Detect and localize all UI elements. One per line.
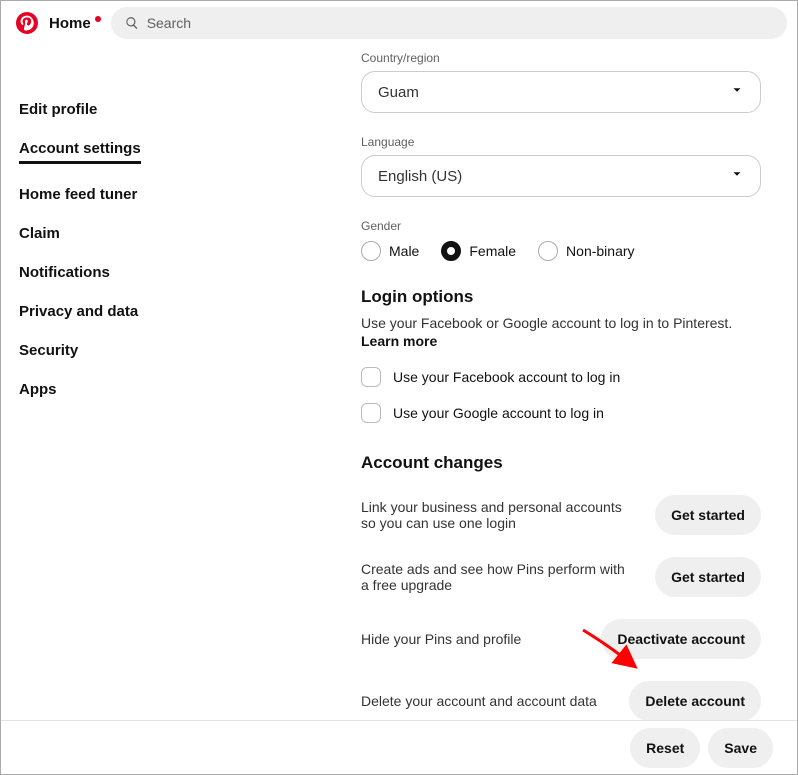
radio-icon [538, 241, 558, 261]
sidebar-item-edit-profile[interactable]: Edit profile [19, 101, 201, 118]
delete-row: Delete your account and account data Del… [361, 681, 761, 720]
sidebar-item-security[interactable]: Security [19, 342, 201, 359]
home-label: Home [49, 15, 91, 32]
action-desc: Delete your account and account data [361, 693, 609, 709]
radio-label: Female [469, 243, 516, 259]
radio-label: Male [389, 243, 419, 259]
login-options-desc: Use your Facebook or Google account to l… [361, 315, 761, 331]
search-input[interactable]: Search [111, 7, 787, 39]
action-desc: Create ads and see how Pins perform with… [361, 561, 635, 593]
create-ads-row: Create ads and see how Pins perform with… [361, 557, 761, 597]
radio-icon [361, 241, 381, 261]
sidebar-item-label: Home feed tuner [19, 186, 137, 203]
sidebar-item-apps[interactable]: Apps [19, 381, 201, 398]
checkbox-icon [361, 403, 381, 423]
gender-label: Gender [361, 219, 761, 233]
country-value: Guam [378, 84, 419, 101]
sidebar-item-claim[interactable]: Claim [19, 225, 201, 242]
chevron-down-icon [730, 167, 744, 185]
sidebar-item-account-settings[interactable]: Account settings [19, 140, 201, 164]
language-label: Language [361, 135, 761, 149]
home-link[interactable]: Home [49, 15, 101, 32]
action-desc: Link your business and personal accounts… [361, 499, 635, 531]
sidebar-item-privacy-and-data[interactable]: Privacy and data [19, 303, 201, 320]
topbar: Home Search [1, 1, 797, 45]
get-started-button[interactable]: Get started [655, 557, 761, 597]
footer: Reset Save [1, 720, 797, 774]
settings-sidebar: Edit profile Account settings Home feed … [1, 65, 201, 720]
sidebar-item-notifications[interactable]: Notifications [19, 264, 201, 281]
country-label: Country/region [361, 51, 761, 65]
link-accounts-row: Link your business and personal accounts… [361, 495, 761, 535]
checkbox-icon [361, 367, 381, 387]
sidebar-item-label: Security [19, 342, 78, 359]
sidebar-item-label: Apps [19, 381, 57, 398]
gender-radio-nonbinary[interactable]: Non-binary [538, 241, 634, 261]
language-value: English (US) [378, 168, 462, 185]
get-started-button[interactable]: Get started [655, 495, 761, 535]
sidebar-item-label: Account settings [19, 140, 141, 164]
search-icon [125, 16, 139, 30]
language-select[interactable]: English (US) [361, 155, 761, 197]
save-button[interactable]: Save [708, 728, 773, 768]
search-placeholder: Search [147, 15, 191, 31]
google-login-checkbox[interactable]: Use your Google account to log in [361, 403, 761, 423]
deactivate-row: Hide your Pins and profile Deactivate ac… [361, 619, 761, 659]
radio-label: Non-binary [566, 243, 634, 259]
checkbox-label: Use your Facebook account to log in [393, 369, 620, 385]
chevron-down-icon [730, 83, 744, 101]
checkbox-label: Use your Google account to log in [393, 405, 604, 421]
country-select[interactable]: Guam [361, 71, 761, 113]
sidebar-item-label: Notifications [19, 264, 110, 281]
sidebar-item-label: Claim [19, 225, 60, 242]
sidebar-item-label: Edit profile [19, 101, 97, 118]
delete-account-button[interactable]: Delete account [629, 681, 761, 720]
radio-icon [441, 241, 461, 261]
deactivate-account-button[interactable]: Deactivate account [601, 619, 761, 659]
gender-radio-group: Male Female Non-binary [361, 241, 761, 261]
learn-more-link[interactable]: Learn more [361, 333, 437, 349]
sidebar-item-label: Privacy and data [19, 303, 138, 320]
gender-radio-male[interactable]: Male [361, 241, 419, 261]
reset-button[interactable]: Reset [630, 728, 700, 768]
login-options-title: Login options [361, 287, 761, 307]
settings-main: Country/region Guam Language English (US… [201, 65, 797, 720]
facebook-login-checkbox[interactable]: Use your Facebook account to log in [361, 367, 761, 387]
sidebar-item-home-feed-tuner[interactable]: Home feed tuner [19, 186, 201, 203]
notification-dot-icon [95, 16, 101, 22]
pinterest-logo-icon[interactable] [15, 11, 39, 35]
account-changes-title: Account changes [361, 453, 761, 473]
action-desc: Hide your Pins and profile [361, 631, 581, 647]
gender-radio-female[interactable]: Female [441, 241, 516, 261]
